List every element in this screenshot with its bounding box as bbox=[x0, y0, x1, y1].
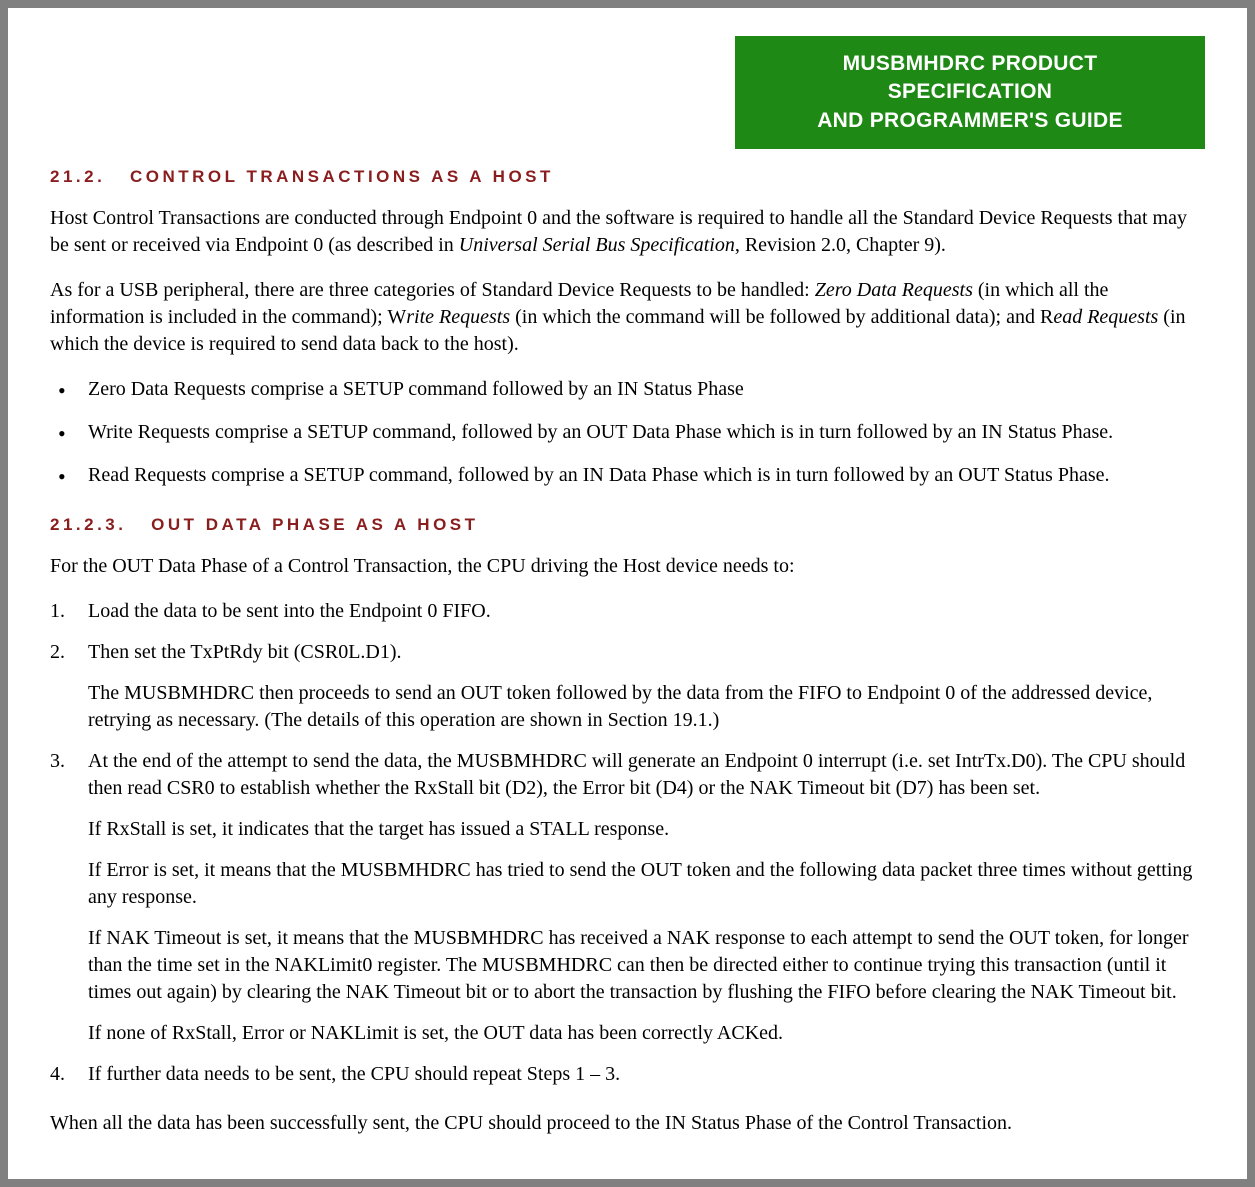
subsection-title: OUT DATA PHASE AS A HOST bbox=[151, 515, 478, 534]
step-subpara: The MUSBMHDRC then proceeds to send an O… bbox=[88, 680, 1205, 734]
list-item: If further data needs to be sent, the CP… bbox=[50, 1061, 1205, 1088]
section-number: 21.2. bbox=[50, 167, 105, 186]
list-item: Read Requests comprise a SETUP command, … bbox=[50, 462, 1205, 489]
header-line-1: MUSBMHDRC PRODUCT SPECIFICATION bbox=[843, 52, 1098, 103]
list-item: At the end of the attempt to send the da… bbox=[50, 748, 1205, 1047]
step-subpara: If NAK Timeout is set, it means that the… bbox=[88, 925, 1205, 1006]
list-item: Write Requests comprise a SETUP command,… bbox=[50, 419, 1205, 446]
section-heading-21-2-3: 21.2.3. OUT DATA PHASE AS A HOST bbox=[50, 515, 1205, 535]
out-data-phase-steps: Load the data to be sent into the Endpoi… bbox=[50, 598, 1205, 1088]
document-page: MUSBMHDRC PRODUCT SPECIFICATION AND PROG… bbox=[8, 8, 1247, 1179]
list-item: Load the data to be sent into the Endpoi… bbox=[50, 598, 1205, 625]
section-title: CONTROL TRANSACTIONS AS A HOST bbox=[130, 167, 554, 186]
header-banner: MUSBMHDRC PRODUCT SPECIFICATION AND PROG… bbox=[735, 36, 1205, 149]
section-heading-21-2: 21.2. CONTROL TRANSACTIONS AS A HOST bbox=[50, 167, 1205, 187]
paragraph-intro-2: As for a USB peripheral, there are three… bbox=[50, 277, 1205, 358]
header-line-2: AND PROGRAMMER'S GUIDE bbox=[817, 109, 1123, 132]
step-subpara: If Error is set, it means that the MUSBM… bbox=[88, 857, 1205, 911]
closing-paragraph: When all the data has been successfully … bbox=[50, 1110, 1205, 1137]
paragraph-intro-1: Host Control Transactions are conducted … bbox=[50, 205, 1205, 259]
step-subpara: If RxStall is set, it indicates that the… bbox=[88, 816, 1205, 843]
request-types-list: Zero Data Requests comprise a SETUP comm… bbox=[50, 376, 1205, 489]
subsection-number: 21.2.3. bbox=[50, 515, 127, 534]
list-item: Then set the TxPtRdy bit (CSR0L.D1). The… bbox=[50, 639, 1205, 734]
step-subpara: If none of RxStall, Error or NAKLimit is… bbox=[88, 1020, 1205, 1047]
out-data-phase-intro: For the OUT Data Phase of a Control Tran… bbox=[50, 553, 1205, 580]
list-item: Zero Data Requests comprise a SETUP comm… bbox=[50, 376, 1205, 403]
